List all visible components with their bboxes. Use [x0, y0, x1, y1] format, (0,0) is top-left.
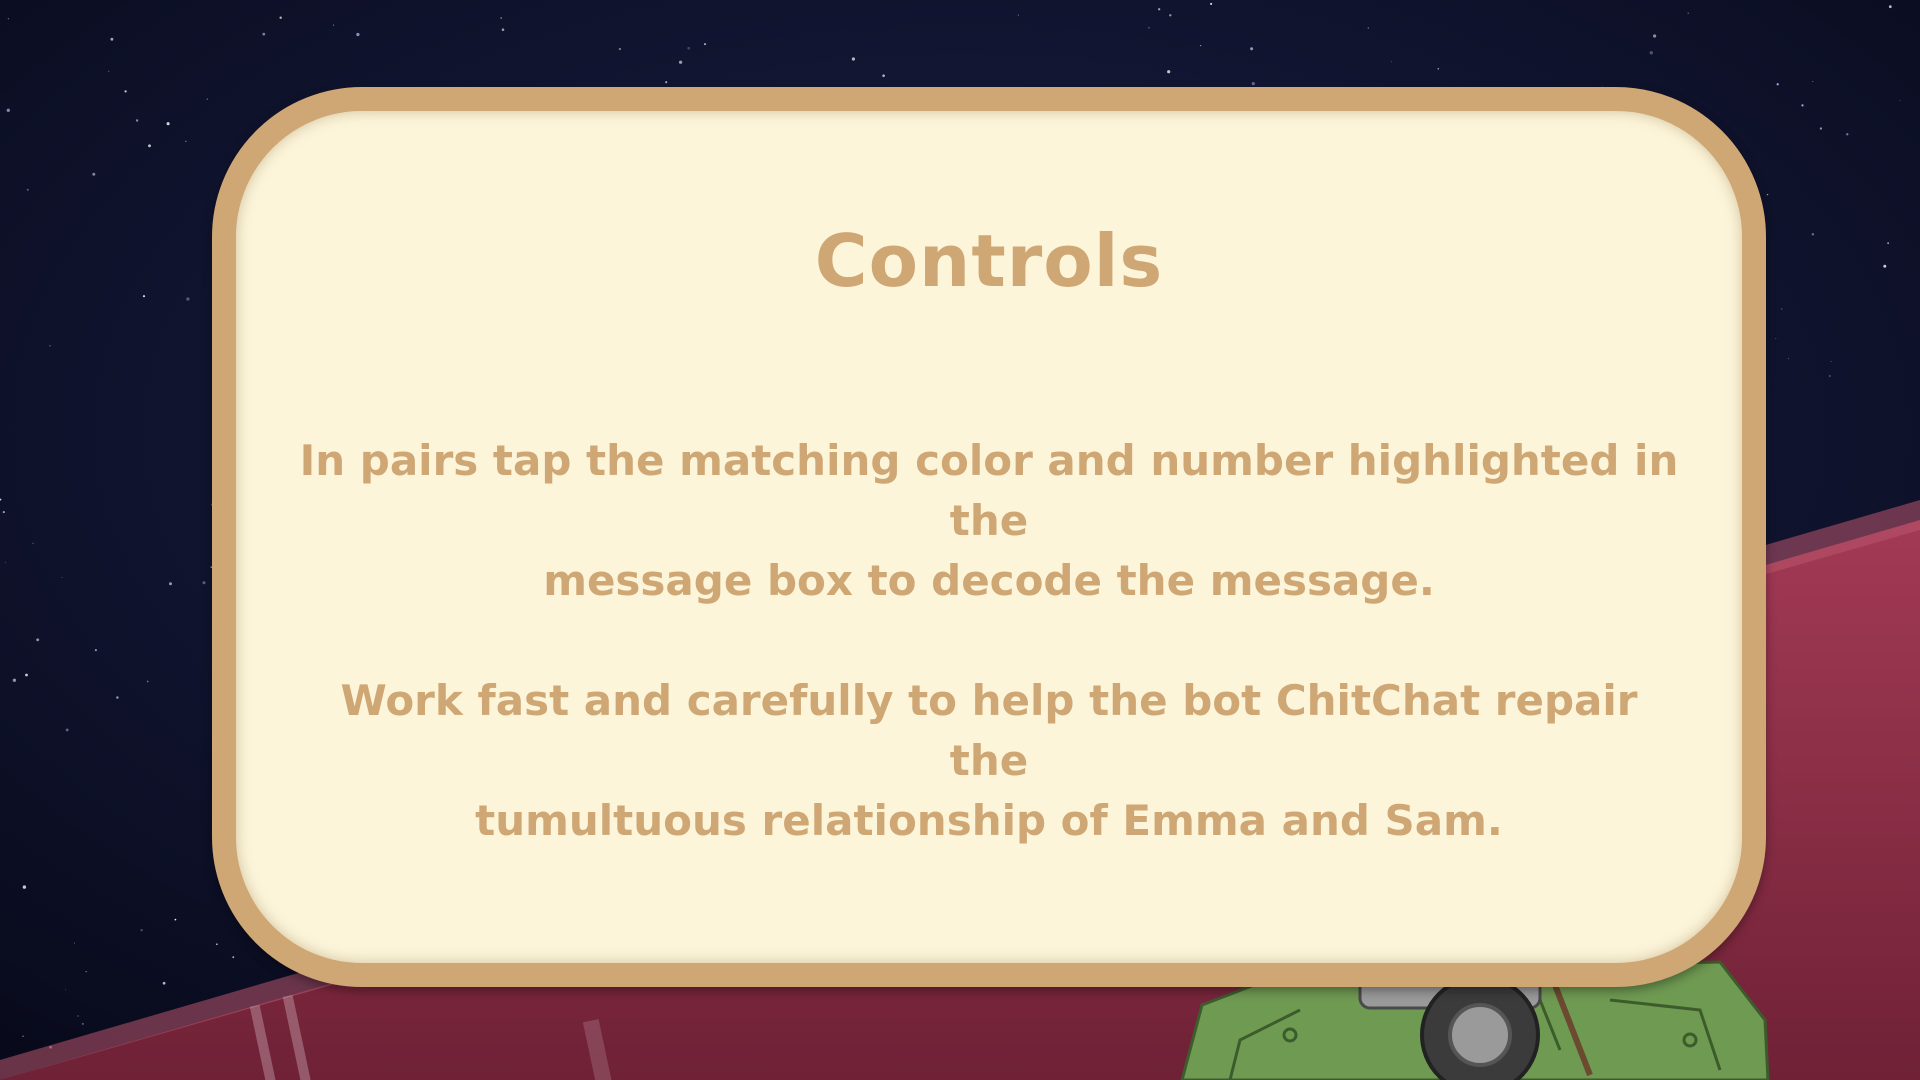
- controls-dialog: Controls In pairs tap the matching color…: [212, 87, 1766, 987]
- star: [1766, 193, 1769, 196]
- star: [1830, 361, 1832, 363]
- star: [1199, 44, 1202, 47]
- star: [1780, 308, 1783, 310]
- star: [36, 638, 40, 642]
- star: [32, 542, 34, 545]
- star: [1801, 104, 1804, 107]
- star: [1819, 127, 1823, 130]
- star: [687, 46, 691, 50]
- star: [140, 929, 143, 932]
- star: [1846, 133, 1849, 136]
- star: [22, 1035, 24, 1037]
- star: [135, 119, 139, 122]
- star: [162, 981, 166, 985]
- instruction-paragraph-1: In pairs tap the matching color and numb…: [299, 436, 1679, 605]
- star: [678, 60, 683, 64]
- star: [1158, 8, 1161, 11]
- star: [142, 295, 146, 298]
- star: [216, 943, 218, 946]
- star: [168, 582, 173, 586]
- star: [7, 18, 10, 20]
- star: [1148, 26, 1150, 29]
- star: [279, 16, 282, 19]
- star: [1812, 80, 1814, 83]
- star: [146, 680, 149, 683]
- star: [1775, 338, 1777, 340]
- star: [1828, 375, 1831, 377]
- star: [110, 37, 114, 41]
- star: [73, 942, 75, 944]
- dialog-title: Controls: [814, 219, 1164, 303]
- star: [1169, 14, 1172, 17]
- star: [94, 649, 97, 652]
- star: [1437, 67, 1440, 70]
- star: [1167, 70, 1171, 74]
- star: [1649, 51, 1653, 55]
- star: [25, 673, 28, 677]
- star: [703, 43, 707, 46]
- star: [1811, 233, 1815, 236]
- star: [49, 344, 51, 347]
- star: [77, 1015, 79, 1017]
- star: [1887, 242, 1889, 244]
- instruction-paragraph-2: Work fast and carefully to help the bot …: [340, 676, 1638, 845]
- star: [882, 74, 885, 77]
- star: [166, 122, 170, 126]
- star: [185, 140, 187, 142]
- star: [1787, 358, 1789, 360]
- star: [665, 81, 668, 84]
- star: [2, 511, 5, 514]
- star: [6, 108, 10, 112]
- star: [618, 47, 622, 51]
- star: [500, 17, 503, 19]
- star: [1776, 83, 1779, 86]
- star: [108, 70, 110, 72]
- star: [85, 971, 87, 973]
- star: [332, 24, 334, 26]
- star: [174, 918, 177, 921]
- star: [81, 1022, 84, 1025]
- star: [22, 885, 27, 889]
- star: [65, 989, 67, 991]
- star: [92, 172, 96, 176]
- star: [116, 696, 119, 699]
- star: [65, 728, 69, 732]
- star: [124, 90, 127, 93]
- star: [1017, 14, 1019, 16]
- star: [1899, 100, 1901, 102]
- star: [186, 297, 190, 301]
- star: [1883, 264, 1887, 268]
- dialog-body: In pairs tap the matching color and numb…: [296, 431, 1682, 911]
- star: [1687, 12, 1690, 15]
- star: [356, 32, 360, 37]
- star: [262, 32, 266, 36]
- star: [202, 581, 206, 585]
- star: [1888, 5, 1892, 9]
- star: [1653, 34, 1657, 38]
- star: [4, 561, 7, 563]
- star: [206, 98, 209, 100]
- star: [148, 144, 151, 148]
- star: [12, 678, 17, 682]
- star: [1210, 2, 1213, 5]
- star: [501, 28, 505, 31]
- star: [61, 576, 63, 579]
- star: [232, 956, 235, 959]
- star: [851, 57, 856, 61]
- star: [1367, 27, 1369, 29]
- star: [1251, 82, 1255, 86]
- star: [26, 188, 29, 191]
- star: [1250, 47, 1254, 51]
- star: [1391, 61, 1393, 63]
